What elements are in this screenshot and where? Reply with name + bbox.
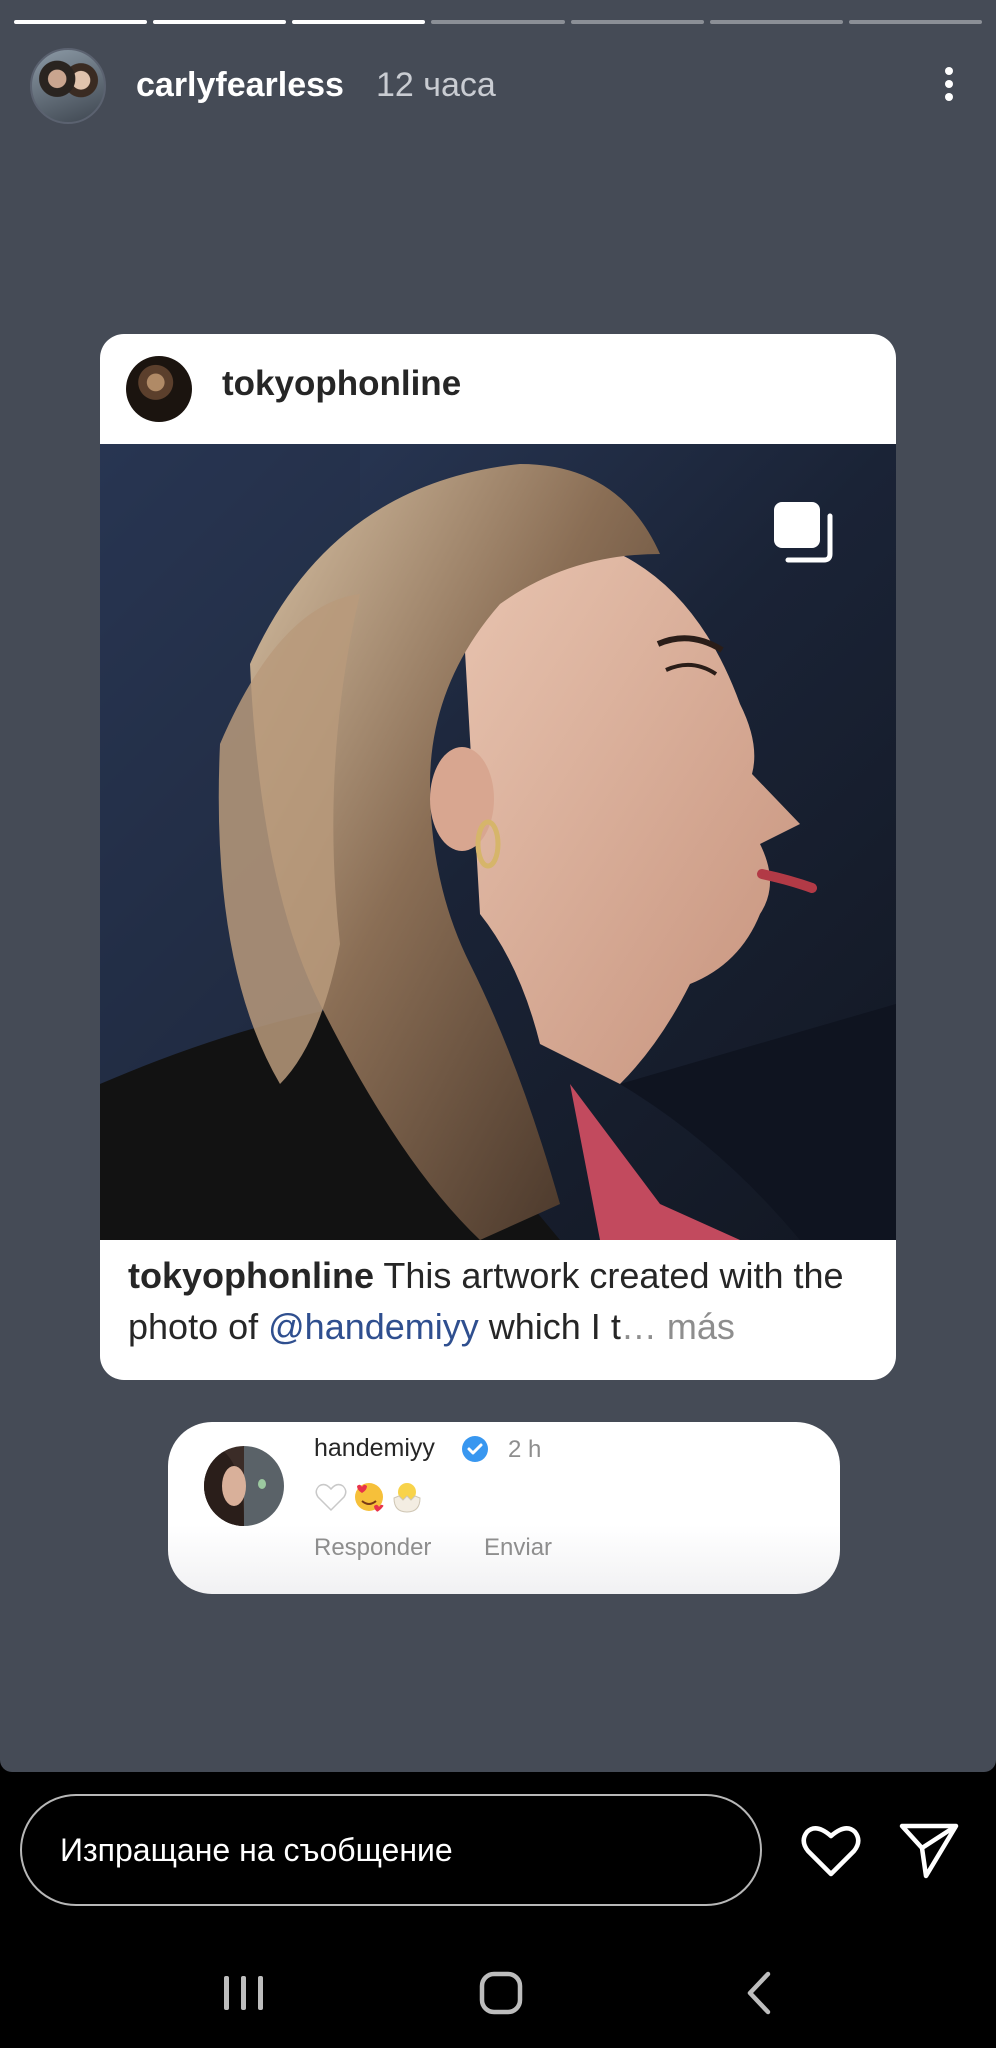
recent-apps-icon[interactable] (222, 1972, 266, 2014)
caption-more-link[interactable]: … más (621, 1306, 735, 1347)
white-heart-icon (315, 1483, 347, 1512)
comment-sticker[interactable]: handemiyy 2 h Responder Enviar (168, 1422, 840, 1594)
progress-segment (848, 20, 982, 24)
progress-segment (14, 20, 148, 24)
story-header: carlyfearless 12 часа (30, 48, 976, 126)
progress-segment (153, 20, 287, 24)
hatching-chick-icon (393, 1483, 421, 1513)
story-time: 12 часа (376, 66, 496, 104)
send-icon[interactable] (898, 1820, 960, 1880)
author-avatar[interactable] (30, 48, 106, 124)
caption-username: tokyophonline (128, 1255, 374, 1296)
comment-time: 2 h (508, 1436, 542, 1463)
shared-post-card[interactable]: tokyophonline tokyophonline This artwork… (100, 334, 896, 1380)
back-icon[interactable] (744, 1970, 774, 2016)
progress-segment (431, 20, 565, 24)
post-header: tokyophonline (100, 334, 896, 444)
progress-segment (292, 20, 426, 24)
home-icon[interactable] (478, 1970, 524, 2016)
carousel-icon (774, 502, 833, 563)
progress-segment (709, 20, 843, 24)
story-view[interactable]: carlyfearless 12 часа tokyophonline toky… (0, 0, 996, 1772)
message-placeholder: Изпращане на съобщение (60, 1832, 453, 1868)
progress-segment (570, 20, 704, 24)
smiling-face-with-hearts-icon (355, 1483, 384, 1513)
caption-mention[interactable]: @handemiyy (268, 1306, 479, 1347)
commenter-avatar (204, 1446, 284, 1526)
author-username[interactable]: carlyfearless (136, 66, 344, 105)
more-vertical-icon[interactable] (942, 64, 956, 104)
message-input[interactable]: Изпращане на съобщение (20, 1794, 762, 1906)
comment-send-button[interactable]: Enviar (484, 1534, 552, 1562)
comment-emojis (314, 1480, 424, 1516)
commenter-username[interactable]: handemiyy (314, 1434, 435, 1463)
caption-text-tail: which I t (478, 1306, 621, 1347)
post-caption: tokyophonline This artwork created with … (128, 1250, 878, 1352)
post-author-username: tokyophonline (222, 364, 462, 403)
story-progress-bar (14, 20, 982, 25)
comment-reply-button[interactable]: Responder (314, 1534, 431, 1562)
verified-badge-icon (462, 1436, 488, 1462)
heart-icon[interactable] (800, 1822, 862, 1878)
post-photo (100, 444, 896, 1240)
post-author-avatar (126, 356, 192, 422)
